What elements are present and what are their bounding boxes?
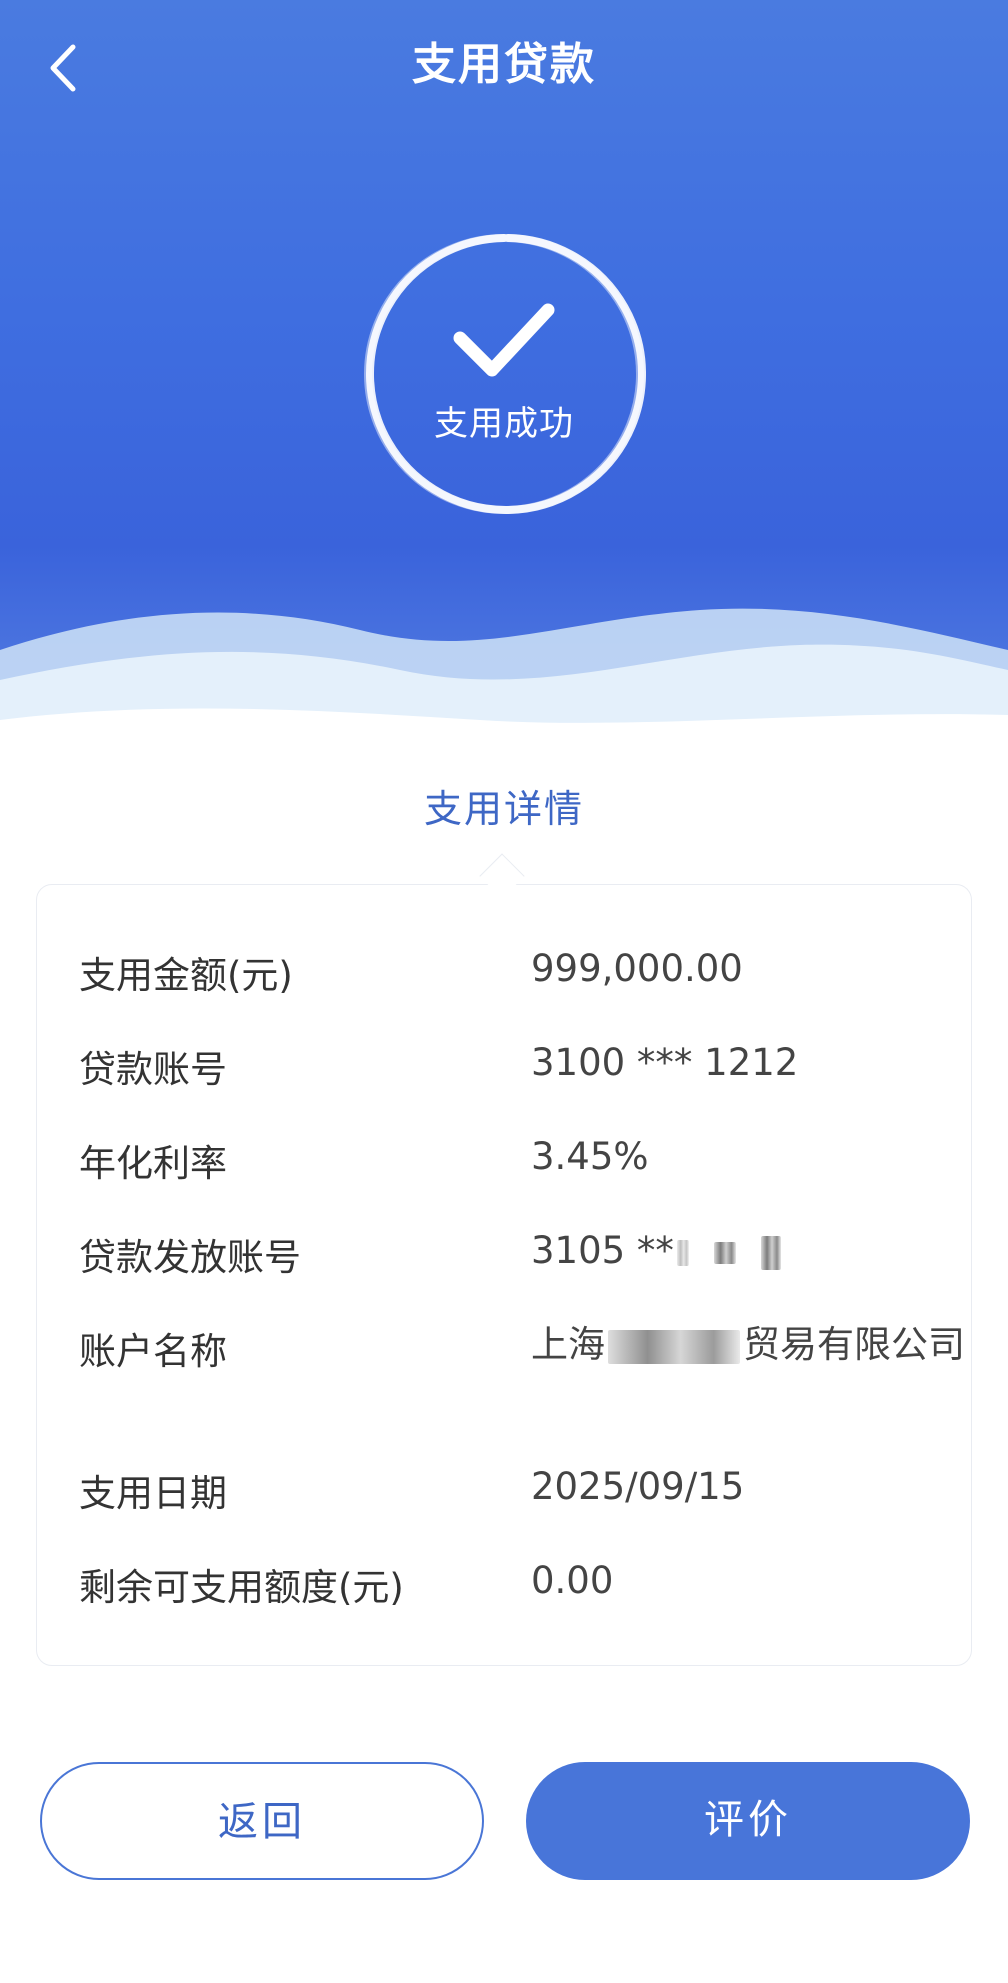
detail-label: 账户名称 (79, 1330, 227, 1373)
detail-label: 贷款账号 (79, 1048, 227, 1091)
detail-label: 支用日期 (79, 1472, 227, 1515)
page-title: 支用贷款 (412, 39, 596, 90)
detail-value-prefix: 上海 (531, 1323, 605, 1366)
redaction-blur (760, 1235, 781, 1270)
detail-value: 999,000.00 (531, 947, 743, 990)
detail-value: 3.45% (531, 1135, 649, 1178)
redaction-blur (608, 1329, 740, 1364)
detail-value: 3105 ** (531, 1227, 971, 1275)
status-text: 支用成功 (434, 404, 574, 444)
rate-button[interactable]: 评价 (526, 1762, 970, 1880)
redaction-blur (713, 1241, 736, 1264)
section-title: 支用详情 (423, 787, 584, 831)
details-card: 支用金额(元) 999,000.00 贷款账号 3100 *** 1212 年化… (36, 884, 972, 1666)
detail-value: 2025/09/15 (531, 1465, 745, 1508)
detail-value: 0.00 (531, 1559, 614, 1602)
return-button[interactable]: 返回 (40, 1762, 484, 1880)
redaction-blur (676, 1239, 689, 1266)
detail-label: 支用金额(元) (79, 954, 293, 997)
detail-value: 3100 *** 1212 (531, 1041, 799, 1084)
wave-decoration (0, 608, 1008, 780)
detail-value-suffix: 贸易有限公司 (743, 1323, 965, 1366)
detail-label: 年化利率 (79, 1142, 227, 1185)
detail-value: 上海 贸易有限公司 (531, 1321, 971, 1369)
detail-label: 贷款发放账号 (79, 1236, 301, 1279)
detail-value-text: 3105 ** (531, 1229, 674, 1272)
detail-label: 剩余可支用额度(元) (79, 1566, 404, 1609)
check-icon (453, 303, 555, 377)
